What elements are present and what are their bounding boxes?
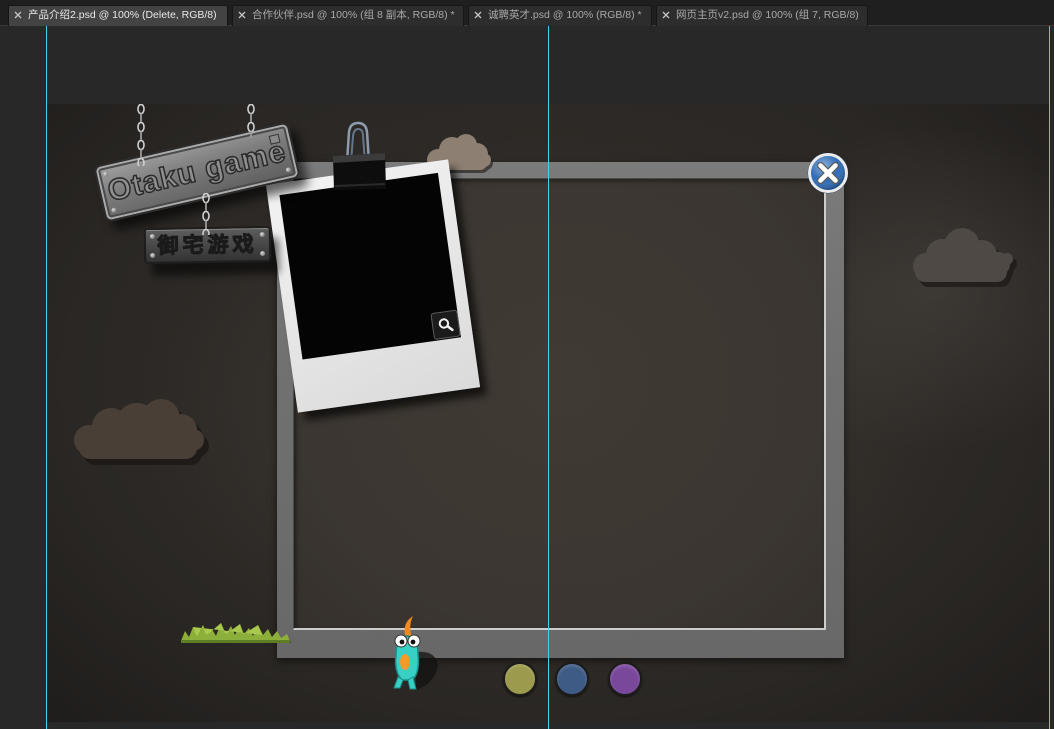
chain-middle xyxy=(201,193,211,235)
photo-polaroid xyxy=(265,159,481,413)
pagination-dot-3 xyxy=(608,662,642,696)
document-tab[interactable]: 网页主页v2.psd @ 100% (组 7, RGB/8) xyxy=(656,5,868,26)
document-tab[interactable]: 产品介绍2.psd @ 100% (Delete, RGB/8) xyxy=(8,5,228,26)
tab-label: 诚聘英才.psd @ 100% (RGB/8) * xyxy=(488,9,642,21)
monster-mascot xyxy=(393,616,438,690)
binder-clip-icon xyxy=(333,121,386,190)
close-icon[interactable] xyxy=(238,11,246,19)
magnifier-icon xyxy=(438,318,454,332)
document-tab[interactable]: 诚聘英才.psd @ 100% (RGB/8) * xyxy=(468,5,652,26)
document-tab-bar: 产品介绍2.psd @ 100% (Delete, RGB/8) 合作伙伴.ps… xyxy=(0,0,1054,26)
close-icon[interactable] xyxy=(474,11,482,19)
close-icon xyxy=(807,152,849,194)
vertical-guide[interactable] xyxy=(548,26,549,729)
tab-label: 产品介绍2.psd @ 100% (Delete, RGB/8) xyxy=(28,9,217,21)
grass-decoration xyxy=(181,623,291,643)
chain-right xyxy=(246,104,256,138)
photoshop-window: 产品介绍2.psd @ 100% (Delete, RGB/8) 合作伙伴.ps… xyxy=(0,0,1054,729)
close-icon[interactable] xyxy=(662,11,670,19)
vertical-guide[interactable] xyxy=(1049,26,1050,729)
cloud-decoration-left xyxy=(74,399,209,465)
pagination-dot-2 xyxy=(555,662,589,696)
logo-title: Otaku game xyxy=(104,134,290,209)
document-tab[interactable]: 合作伙伴.psd @ 100% (组 8 副本, RGB/8) * xyxy=(232,5,464,26)
close-icon[interactable] xyxy=(14,11,22,19)
tab-label: 网页主页v2.psd @ 100% (组 7, RGB/8) xyxy=(676,9,859,21)
tab-label: 合作伙伴.psd @ 100% (组 8 副本, RGB/8) * xyxy=(252,9,455,21)
logo-subtitle: 御宅游戏 xyxy=(157,232,258,259)
pagination-dot-1 xyxy=(503,662,537,696)
cloud-decoration-right xyxy=(913,228,1017,287)
vertical-guide[interactable] xyxy=(46,26,47,729)
chain-left xyxy=(136,104,146,166)
zoom-button xyxy=(430,309,461,341)
